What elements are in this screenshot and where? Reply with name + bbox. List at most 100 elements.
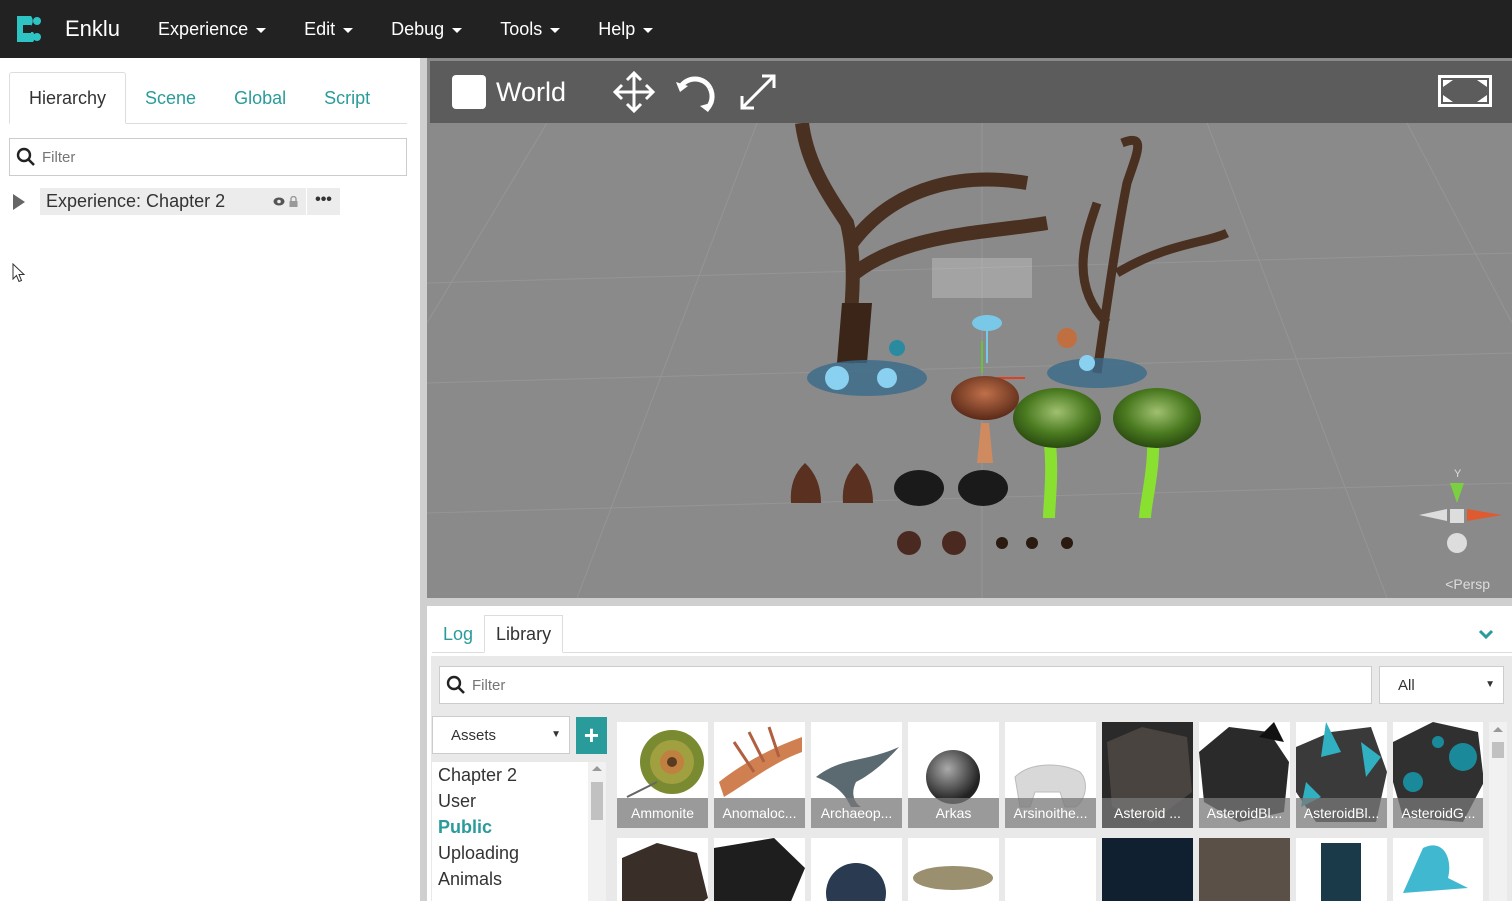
scroll-up-icon[interactable] bbox=[1493, 727, 1503, 732]
scene-render[interactable]: Y bbox=[427, 123, 1512, 598]
more-options-icon[interactable]: ••• bbox=[306, 188, 340, 215]
menu-debug[interactable]: Debug bbox=[391, 18, 463, 40]
enklu-logo-icon[interactable] bbox=[13, 12, 43, 46]
mushroom-green-2 bbox=[1113, 388, 1201, 519]
menu-experience-label: Experience bbox=[158, 18, 249, 39]
library-area: All ▼ Assets ▼ + Chapter 2 User Public U… bbox=[431, 656, 1512, 901]
asset-tile-archaeopteryx[interactable]: Archaeop... bbox=[811, 722, 902, 828]
tab-scene[interactable]: Scene bbox=[126, 72, 215, 124]
world-space-checkbox[interactable] bbox=[452, 75, 486, 109]
dropdown-arrow-icon: ▼ bbox=[551, 729, 561, 740]
panel-divider[interactable] bbox=[420, 58, 427, 901]
category-user[interactable]: User bbox=[432, 788, 606, 814]
caret-down-icon bbox=[452, 27, 463, 33]
small-props bbox=[790, 463, 1073, 555]
world-space-label: World bbox=[496, 76, 567, 107]
asset-tile-ammonite[interactable]: Ammonite bbox=[617, 722, 708, 828]
hierarchy-filter-input[interactable] bbox=[42, 148, 382, 166]
scrollbar-thumb[interactable] bbox=[1492, 742, 1504, 758]
category-scrollbar[interactable] bbox=[588, 762, 606, 901]
asset-thumbnail bbox=[1403, 845, 1468, 893]
caret-down-icon bbox=[550, 27, 561, 33]
category-animals[interactable]: Animals bbox=[432, 866, 606, 892]
asset-tile-row2-2[interactable] bbox=[714, 838, 805, 901]
category-uploading[interactable]: Uploading bbox=[432, 840, 606, 866]
brand-name[interactable]: Enklu bbox=[65, 16, 120, 42]
menu-edit[interactable]: Edit bbox=[304, 18, 354, 40]
asset-tile-row2-9[interactable] bbox=[1393, 838, 1483, 901]
scrollbar-thumb[interactable] bbox=[591, 782, 603, 820]
scroll-up-icon[interactable] bbox=[592, 766, 602, 771]
menu-experience[interactable]: Experience bbox=[158, 18, 267, 40]
menu-help[interactable]: Help bbox=[598, 18, 654, 40]
asset-label: Arsinoithe... bbox=[1005, 798, 1096, 828]
menu-tools-label: Tools bbox=[500, 18, 543, 39]
library-filter-input[interactable] bbox=[472, 676, 1352, 694]
asset-type-select[interactable]: All ▼ bbox=[1379, 666, 1504, 704]
asset-tile-row2-1[interactable] bbox=[617, 838, 708, 901]
viewport-resize-bar[interactable] bbox=[427, 598, 1512, 606]
asset-tile-row2-6[interactable] bbox=[1102, 838, 1193, 901]
asset-tile-anomalocaris[interactable]: Anomaloc... bbox=[714, 722, 805, 828]
asset-label: Arkas bbox=[908, 798, 999, 828]
asset-tile-row2-8[interactable] bbox=[1296, 838, 1387, 901]
menu-help-label: Help bbox=[598, 18, 636, 39]
scene-viewport[interactable]: Y World <Persp bbox=[427, 58, 1512, 598]
asset-source-select[interactable]: Assets ▼ bbox=[432, 716, 570, 754]
left-panel: Hierarchy Scene Global Script Experience… bbox=[0, 58, 420, 901]
mushroom-brown bbox=[951, 376, 1019, 463]
menu-edit-label: Edit bbox=[304, 18, 336, 39]
tab-script[interactable]: Script bbox=[305, 72, 389, 124]
gizmo-axis-label: Y bbox=[1454, 468, 1462, 480]
dropdown-arrow-icon: ▼ bbox=[1485, 679, 1495, 690]
fullscreen-icon[interactable] bbox=[1438, 75, 1492, 107]
tree-model-right bbox=[1047, 136, 1230, 388]
asset-thumbnail bbox=[714, 838, 805, 901]
viewport-toolbar: World bbox=[430, 61, 1512, 123]
asset-tile-row2-5[interactable] bbox=[1005, 838, 1096, 901]
asset-tile-row2-4[interactable] bbox=[908, 838, 999, 901]
asset-tile-asteroid[interactable]: Asteroid ... bbox=[1102, 722, 1193, 828]
caret-down-icon bbox=[256, 27, 267, 33]
camera-mode-label[interactable]: <Persp bbox=[1445, 576, 1490, 592]
tab-hierarchy[interactable]: Hierarchy bbox=[9, 72, 127, 124]
add-asset-button[interactable]: + bbox=[576, 717, 607, 754]
caret-down-icon bbox=[643, 27, 654, 33]
tree-item-label: Experience: Chapter 2 bbox=[46, 191, 226, 211]
scale-icon[interactable] bbox=[736, 70, 780, 114]
tree-row-root: Experience: Chapter 2 ••• bbox=[9, 188, 340, 215]
asset-tile-asteroid-black-1[interactable]: AsteroidBl... bbox=[1199, 722, 1290, 828]
asset-tile-arkas[interactable]: Arkas bbox=[908, 722, 999, 828]
tree-item-icons bbox=[273, 196, 298, 207]
lock-icon[interactable] bbox=[289, 196, 298, 207]
asset-label: Asteroid ... bbox=[1102, 798, 1193, 828]
asset-label: AsteroidBl... bbox=[1199, 798, 1290, 828]
asset-tile-asteroid-black-2[interactable]: AsteroidBl... bbox=[1296, 722, 1387, 828]
asset-tile-arsinoitherium[interactable]: Arsinoithe... bbox=[1005, 722, 1096, 828]
asset-tile-asteroid-green[interactable]: AsteroidG... bbox=[1393, 722, 1483, 828]
menu-tools[interactable]: Tools bbox=[500, 18, 561, 40]
tab-library[interactable]: Library bbox=[484, 615, 564, 653]
expand-arrow-icon[interactable] bbox=[13, 193, 25, 210]
asset-thumbnail bbox=[913, 866, 993, 890]
asset-tile-row2-3[interactable] bbox=[811, 838, 902, 901]
category-public[interactable]: Public bbox=[432, 814, 606, 840]
category-list: Chapter 2 User Public Uploading Animals bbox=[432, 762, 606, 901]
asset-tile-row2-7[interactable] bbox=[1199, 838, 1290, 901]
camera-mode-text: Persp bbox=[1453, 576, 1490, 592]
orientation-gizmo[interactable]: Y bbox=[1419, 468, 1502, 553]
bottom-panel: Log Library All ▼ Assets ▼ + Chapter 2 U… bbox=[427, 606, 1512, 901]
category-chapter-2[interactable]: Chapter 2 bbox=[432, 762, 606, 788]
menu-debug-label: Debug bbox=[391, 18, 445, 39]
tree-item-experience[interactable]: Experience: Chapter 2 ••• bbox=[40, 188, 340, 215]
rotate-icon[interactable] bbox=[674, 70, 718, 114]
eye-icon[interactable] bbox=[273, 197, 285, 206]
move-icon[interactable] bbox=[612, 70, 656, 114]
tab-global[interactable]: Global bbox=[215, 72, 305, 124]
asset-label: AsteroidBl... bbox=[1296, 798, 1387, 828]
asset-grid-scrollbar[interactable] bbox=[1489, 722, 1507, 901]
asset-thumbnail bbox=[826, 863, 886, 901]
chevron-down-icon[interactable] bbox=[1478, 628, 1494, 640]
tab-log[interactable]: Log bbox=[432, 615, 484, 653]
caret-down-icon bbox=[343, 27, 354, 33]
